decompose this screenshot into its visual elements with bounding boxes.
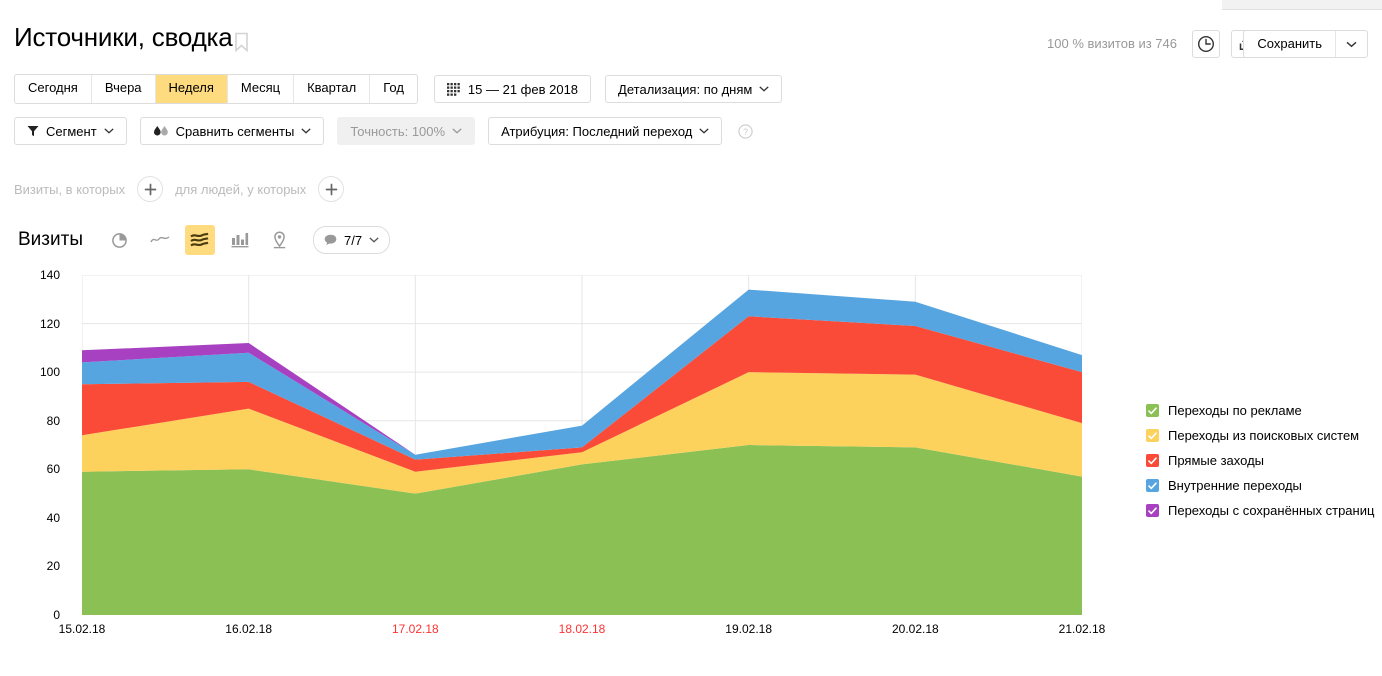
page-title: Источники, сводка <box>14 22 233 52</box>
x-axis-tick-label: 19.02.18 <box>725 622 773 636</box>
speech-bubble-icon <box>324 234 337 246</box>
segment-dropdown[interactable]: Сегмент <box>14 117 127 145</box>
top-bar-stub <box>1222 0 1382 10</box>
y-axis-tick-label: 0 <box>53 608 60 622</box>
chevron-down-icon <box>759 86 769 92</box>
add-visit-filter-button[interactable] <box>137 176 164 202</box>
compare-segments-dropdown[interactable]: Сравнить сегменты <box>139 117 325 145</box>
stacked-area-chart <box>82 275 1082 615</box>
pie-chart-icon[interactable] <box>105 225 135 255</box>
legend-checkbox-checked-icon[interactable] <box>1146 404 1159 417</box>
metric-title: Визиты <box>18 229 83 250</box>
metric-toolbar: Визиты 7/7 <box>18 225 391 255</box>
accuracy-dropdown[interactable]: Точность: 100% <box>337 117 476 145</box>
droplets-icon <box>153 125 169 138</box>
save-button-group[interactable]: Сохранить <box>1243 30 1368 58</box>
metrics-count-dropdown[interactable]: 7/7 <box>312 226 391 254</box>
chevron-down-icon <box>699 128 710 134</box>
legend-item[interactable]: Переходы по рекламе <box>1146 398 1374 423</box>
attribution-label: Атрибуция: Последний переход <box>501 123 693 139</box>
x-axis: 15.02.18 16.02.18 17.02.18 18.02.18 19.02.18… <box>59 622 1106 642</box>
y-axis-tick-label: 60 <box>46 462 60 477</box>
detail-level-label: Детализация: по дням <box>618 81 753 97</box>
y-axis-tick-label: 120 <box>39 316 60 331</box>
legend-item[interactable]: Прямые заходы <box>1146 448 1374 473</box>
history-clock-button[interactable] <box>1192 30 1220 58</box>
segment-label: Сегмент <box>46 123 97 139</box>
detail-level-dropdown[interactable]: Детализация: по дням <box>605 75 783 103</box>
period-tab-year[interactable]: Год <box>370 75 417 103</box>
funnel-icon <box>27 125 39 137</box>
page-header: Источники, сводка 100 % визитов из 746 С… <box>0 22 1382 66</box>
bar-chart-icon[interactable] <box>225 225 255 255</box>
y-axis-tick-label: 20 <box>46 559 60 574</box>
filters-row: Визиты, в которых для людей, у которых <box>14 176 356 202</box>
date-range-label: 15 — 21 фев 2018 <box>467 81 579 97</box>
legend-item-label: Прямые заходы <box>1168 453 1265 468</box>
date-range-picker[interactable]: 15 — 21 фев 2018 <box>433 75 592 103</box>
y-axis: 0 20 40 60 80 100 120 140 <box>16 262 60 622</box>
visits-summary: 100 % визитов из 746 <box>1047 36 1177 51</box>
question-circle-icon[interactable]: ? <box>738 123 754 139</box>
line-chart-icon[interactable] <box>145 225 175 255</box>
legend-item-label: Переходы с сохранённых страниц <box>1168 503 1375 518</box>
save-dropdown-chevron-down-icon[interactable] <box>1335 31 1367 57</box>
legend-item-label: Внутренние переходы <box>1168 478 1302 493</box>
compare-segments-label: Сравнить сегменты <box>175 123 295 139</box>
x-axis-tick-label: 16.02.18 <box>225 622 273 636</box>
area-chart-icon[interactable] <box>184 225 215 255</box>
period-tab-yesterday[interactable]: Вчера <box>92 75 156 103</box>
segment-toolbar: Сегмент Сравнить сегменты Точность: 100%… <box>14 117 754 145</box>
legend-item[interactable]: Внутренние переходы <box>1146 473 1374 498</box>
chart-legend: Переходы по рекламе Переходы из поисковых… <box>1146 398 1374 523</box>
period-tab-group: Сегодня Вчера Неделя Месяц Квартал Год <box>14 74 418 104</box>
visits-filter-label: Визиты, в которых <box>14 181 126 197</box>
legend-checkbox-checked-icon[interactable] <box>1146 504 1159 517</box>
chevron-down-icon <box>452 128 462 134</box>
accuracy-label: Точность: 100% <box>350 123 446 139</box>
calendar-grid-icon <box>446 82 460 96</box>
y-axis-tick-label: 80 <box>46 413 60 428</box>
legend-checkbox-checked-icon[interactable] <box>1146 479 1159 492</box>
period-tab-month[interactable]: Месяц <box>228 75 295 103</box>
bookmark-icon[interactable] <box>234 32 249 53</box>
x-axis-tick-label: 17.02.18 <box>391 622 439 636</box>
chevron-down-icon <box>104 128 114 134</box>
period-tab-quarter[interactable]: Квартал <box>294 75 371 103</box>
metrics-count-label: 7/7 <box>343 232 363 248</box>
period-tab-today[interactable]: Сегодня <box>15 75 92 103</box>
y-axis-tick-label: 100 <box>39 365 60 380</box>
people-filter-label: для людей, у которых <box>175 181 307 197</box>
y-axis-tick-label: 140 <box>39 268 60 282</box>
legend-item[interactable]: Переходы с сохранённых страниц <box>1146 498 1374 523</box>
chevron-down-icon <box>369 237 379 243</box>
add-people-filter-button[interactable] <box>318 176 345 202</box>
x-axis-tick-label: 20.02.18 <box>891 622 939 636</box>
x-axis-tick-label: 18.02.18 <box>558 622 606 636</box>
map-pin-icon[interactable] <box>265 225 295 255</box>
chevron-down-icon <box>301 128 311 134</box>
legend-item-label: Переходы из поисковых систем <box>1168 428 1360 443</box>
legend-checkbox-checked-icon[interactable] <box>1146 454 1159 467</box>
period-toolbar: Сегодня Вчера Неделя Месяц Квартал Год 1… <box>14 74 783 104</box>
legend-item[interactable]: Переходы из поисковых систем <box>1146 423 1374 448</box>
attribution-dropdown[interactable]: Атрибуция: Последний переход <box>488 117 723 145</box>
period-tab-week[interactable]: Неделя <box>155 75 228 103</box>
legend-checkbox-checked-icon[interactable] <box>1146 429 1159 442</box>
x-axis-tick-label: 21.02.18 <box>1058 622 1106 636</box>
save-button[interactable]: Сохранить <box>1244 31 1335 57</box>
y-axis-tick-label: 40 <box>46 510 60 525</box>
legend-item-label: Переходы по рекламе <box>1168 403 1302 418</box>
x-axis-tick-label: 15.02.18 <box>58 622 106 636</box>
svg-text:?: ? <box>743 127 748 137</box>
